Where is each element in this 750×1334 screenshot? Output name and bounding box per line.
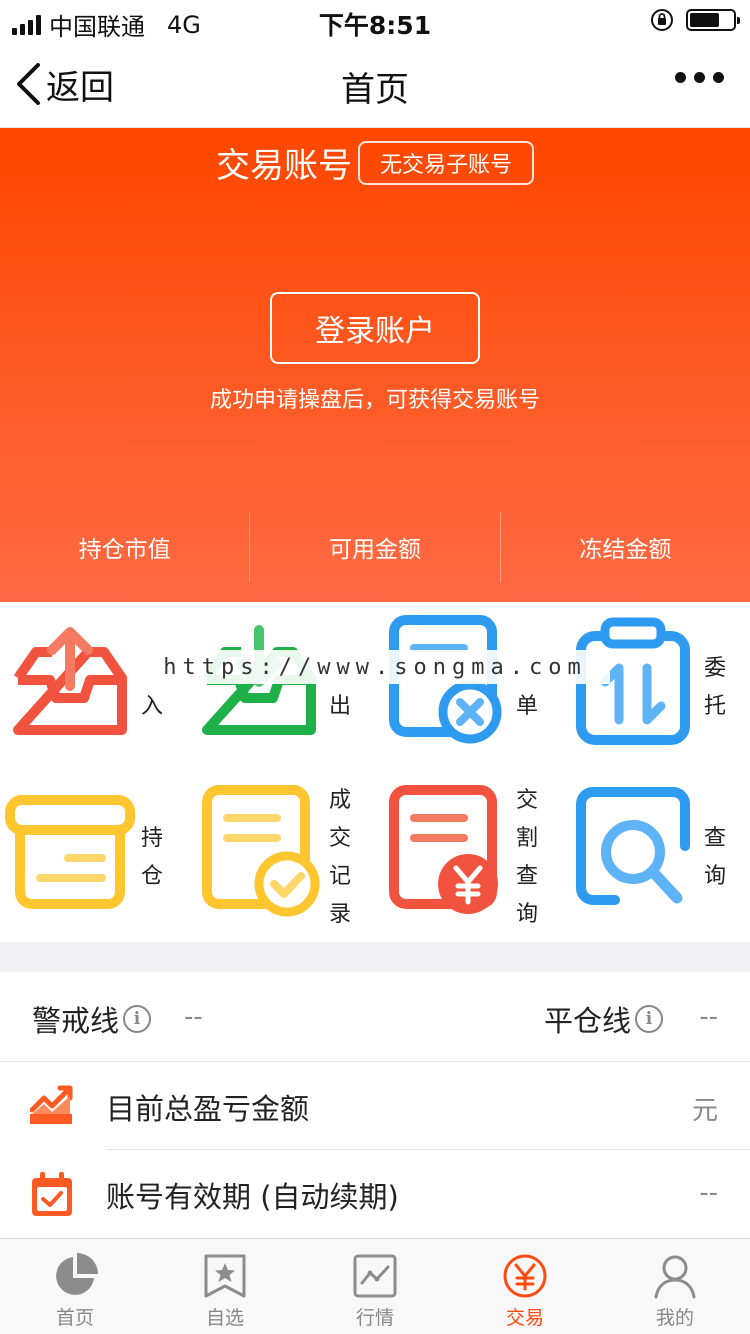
row-value: -- [699, 1178, 718, 1208]
grid-item-deal-records[interactable]: 成交记录 [187, 772, 374, 942]
nav-bar: 返回 首页 [0, 40, 750, 128]
warning-line-label: 警戒线 [32, 1004, 120, 1038]
grid-label: 出 [328, 694, 351, 719]
document-check-icon [202, 785, 320, 917]
trend-icon [30, 1085, 73, 1124]
tab-trade[interactable]: 交易 [450, 1239, 600, 1334]
stat-position-value: 持仓市值 [78, 537, 171, 563]
rotation-lock-icon [651, 9, 673, 31]
grid-item-delivery-query[interactable]: 交割查询 [374, 772, 561, 942]
grid-item-position[interactable]: 持仓 [0, 772, 187, 942]
sub-account-badge[interactable]: 无交易子账号 [357, 140, 534, 185]
more-button[interactable] [675, 72, 724, 83]
grid-label: 持仓 [140, 826, 163, 889]
grid-label: 入 [140, 694, 163, 719]
pie-chart-icon [56, 1253, 98, 1295]
battery-icon [686, 9, 740, 31]
calendar-check-icon [32, 1172, 72, 1216]
document-yen-icon [389, 785, 498, 914]
grid-label: 单 [515, 694, 538, 719]
grid-item-cancel-order[interactable]: 单 [374, 602, 561, 772]
more-dot-icon [713, 72, 724, 83]
tab-label: 行情 [355, 1307, 394, 1329]
bookmark-star-icon [204, 1254, 246, 1298]
more-dot-icon [694, 72, 705, 83]
row-value: 元 [691, 1096, 718, 1126]
tab-watchlist[interactable]: 自选 [150, 1239, 300, 1334]
row-label: 账号有效期 (自动续期) [106, 1180, 399, 1214]
login-account-button[interactable]: 登录账户 [270, 292, 480, 364]
grid-label: 交割查询 [515, 788, 538, 927]
close-line-label: 平仓线 [544, 1004, 632, 1038]
status-time: 下午8:51 [318, 11, 432, 40]
search-document-icon [576, 787, 690, 905]
archive-box-icon [5, 795, 135, 909]
tab-label: 首页 [55, 1307, 94, 1329]
risk-lines: 警戒线 i -- 平仓线 i -- [0, 972, 750, 1062]
tab-label: 自选 [205, 1307, 244, 1329]
info-icon[interactable]: i [635, 1005, 664, 1033]
close-line-value: -- [699, 1002, 718, 1032]
grid-item-withdraw[interactable]: 出 [187, 602, 374, 772]
market-line-icon [353, 1254, 397, 1298]
hero-hint: 成功申请操盘后，可获得交易账号 [209, 388, 540, 413]
warning-line-value: -- [184, 1002, 203, 1032]
user-icon [654, 1255, 696, 1299]
yen-circle-icon [503, 1254, 547, 1298]
stat-frozen-amount: 冻结金额 [499, 512, 750, 582]
status-right [650, 8, 740, 32]
watermark: https://www.songma.com [140, 650, 610, 684]
page-title: 首页 [341, 70, 409, 110]
tab-mine[interactable]: 我的 [600, 1239, 750, 1334]
tab-home[interactable]: 首页 [0, 1239, 150, 1334]
grid-item-entrust[interactable]: 委托 [561, 602, 748, 772]
warning-line[interactable]: 警戒线 i [32, 998, 152, 1040]
tab-bar: 首页 自选 行情 交易 我的 [0, 1238, 750, 1334]
grid-item-query[interactable]: 查询 [561, 772, 748, 942]
tab-label: 我的 [655, 1307, 694, 1329]
tray-upload-icon [13, 627, 127, 735]
close-line[interactable]: 平仓线 i [544, 998, 664, 1040]
row-label: 目前总盈亏金额 [106, 1092, 310, 1126]
hero-stats: 持仓市值 可用金额 冻结金额 [0, 512, 750, 582]
row-total-profit[interactable]: 目前总盈亏金额 元 [0, 1062, 750, 1150]
grid-item-deposit[interactable]: 入 [0, 602, 187, 772]
status-bar: 中国联通 4G 下午8:51 [0, 0, 750, 41]
grid-label: 查询 [703, 826, 726, 889]
hero-title: 交易账号 [215, 146, 352, 186]
tab-label: 交易 [505, 1307, 544, 1329]
tab-market[interactable]: 行情 [300, 1239, 450, 1334]
hero-title-row: 交易账号 无交易子账号 [0, 138, 750, 187]
stat-available-amount: 可用金额 [249, 512, 499, 582]
grid-label: 委托 [703, 656, 726, 719]
info-icon[interactable]: i [123, 1005, 152, 1033]
grid-label: 成交记录 [328, 788, 351, 927]
row-account-validity[interactable]: 账号有效期 (自动续期) -- [0, 1150, 750, 1238]
more-dot-icon [675, 72, 686, 83]
account-hero: 交易账号 无交易子账号 登录账户 成功申请操盘后，可获得交易账号 持仓市值 可用… [0, 128, 750, 602]
